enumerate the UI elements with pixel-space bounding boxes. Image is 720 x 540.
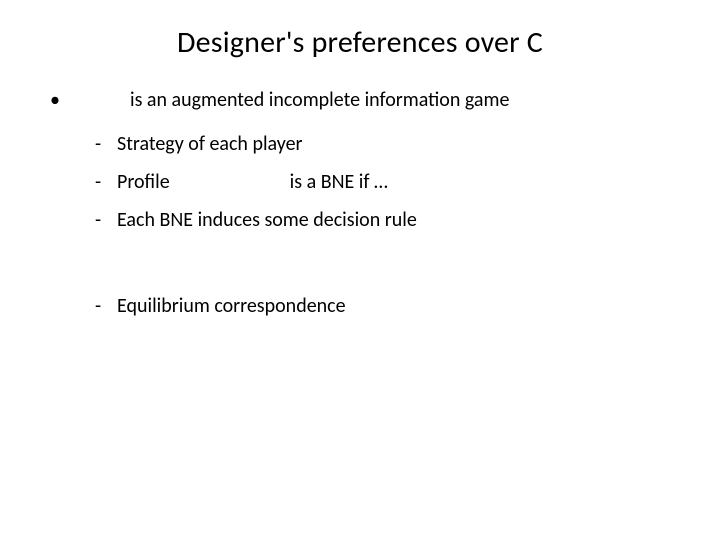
sub-bullet-1: -Strategy of each player	[95, 132, 303, 156]
sub-bullet-2-suffix: is a BNE if …	[290, 170, 388, 194]
dash-marker: -	[95, 132, 105, 156]
sub-bullet-3: -Each BNE induces some decision rule	[95, 208, 417, 232]
bullet-marker: •	[50, 88, 56, 112]
main-bullet-text: is an augmented incomplete information g…	[130, 88, 509, 112]
sub-bullet-2-prefix: Profile	[117, 170, 170, 194]
dash-marker: -	[95, 208, 105, 232]
dash-marker: -	[95, 170, 105, 194]
dash-marker: -	[95, 294, 105, 318]
sub-bullet-1-text: Strategy of each player	[117, 132, 303, 156]
sub-bullet-3-text: Each BNE induces some decision rule	[117, 208, 417, 232]
slide: Designer's preferences over C • is an aug…	[0, 0, 720, 540]
sub-bullet-2: -Profile is a BNE if …	[95, 170, 388, 194]
slide-title: Designer's preferences over C	[0, 24, 720, 61]
sub-bullet-4-text: Equilibrium correspondence	[117, 294, 346, 318]
main-bullet: • is an augmented incomplete information …	[50, 88, 509, 112]
sub-bullet-4: -Equilibrium correspondence	[95, 294, 346, 318]
